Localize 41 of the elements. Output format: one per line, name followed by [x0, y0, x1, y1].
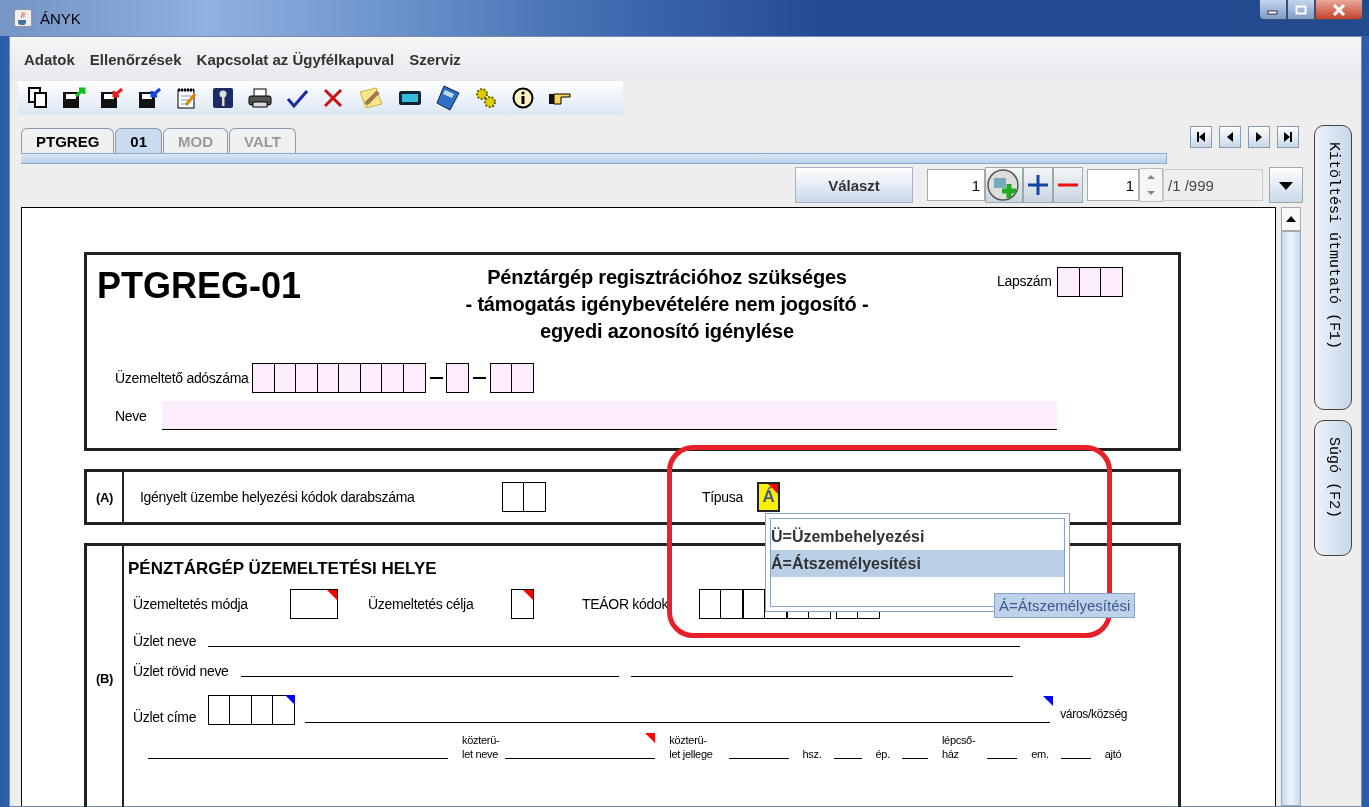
field-label: Üzlet rövid neve: [133, 663, 229, 679]
window-title: ÁNYK: [40, 9, 81, 27]
field-label: Üzlet neve: [133, 633, 197, 649]
field-label: Lapszám: [997, 273, 1052, 289]
field-label: hsz.: [802, 747, 822, 761]
form-code: PTGREG-01: [97, 265, 303, 307]
form-title: Pénztárgép regisztrációhoz szükséges - támogatás igénybevételére nem jogosító - egyedi azonosító igénylése: [464, 265, 870, 344]
menu-item[interactable]: Ellenőrzések: [89, 50, 182, 68]
type-field[interactable]: Á: [757, 482, 780, 512]
field-label: közterü- let neve: [462, 733, 500, 761]
field-label: város/község: [1060, 707, 1128, 721]
section-mark: (A): [95, 489, 114, 505]
tab[interactable]: PTGREG: [21, 128, 115, 153]
field-label: Üzemeltetés módja: [133, 596, 249, 612]
dropdown-option[interactable]: Ü=Üzembehelyezési: [771, 523, 1064, 550]
menu-item[interactable]: Szerviz: [409, 50, 461, 68]
section-mark: (B): [95, 670, 114, 686]
field-label: Üzlet címe: [133, 709, 197, 725]
dropdown-option[interactable]: Á=Átszemélyesítési: [771, 550, 1064, 577]
side-tab[interactable]: Súgó (F2): [1314, 420, 1352, 556]
side-tab[interactable]: Kitöltési útmutató (F1): [1314, 125, 1352, 410]
tab[interactable]: 01: [115, 128, 163, 153]
field-label: Igényelt üzembe helyezési kódok darabszáma: [140, 489, 416, 505]
page-total: /1 /999: [1163, 169, 1263, 201]
section-heading: PÉNZTÁRGÉP ÜZEMELTETÉSI HELYE: [128, 559, 437, 579]
field-label: Üzemeltetés célja: [368, 596, 475, 612]
page-field[interactable]: 1: [927, 169, 985, 201]
field-label: lépcső- ház: [941, 733, 976, 761]
menu-item[interactable]: Adatok: [24, 50, 75, 68]
tooltip: Á=Átszemélyesítési: [994, 593, 1136, 618]
field-label: em.: [1031, 747, 1049, 761]
field-label: ép.: [875, 747, 890, 761]
field-label: Neve: [115, 407, 147, 424]
field-label: ajtó: [1104, 747, 1122, 761]
field-label: Típusa: [702, 489, 743, 505]
count-field[interactable]: 1: [1087, 169, 1139, 201]
menu-item[interactable]: Kapcsolat az Ügyfélkapuval: [196, 50, 395, 68]
choose-button[interactable]: Választ: [795, 167, 913, 203]
field-label: Üzemeltető adószáma: [115, 370, 249, 386]
field-label: TEÁOR kódok: [582, 596, 670, 612]
field-label: közterü- let jellege: [669, 733, 713, 761]
